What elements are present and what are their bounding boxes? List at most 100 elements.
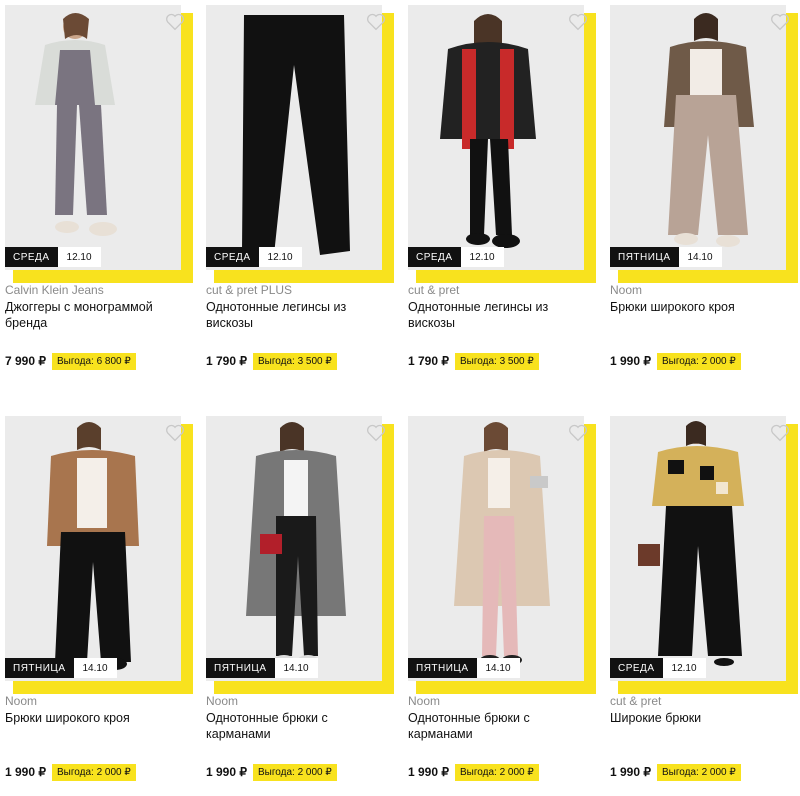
product-image[interactable] [5,416,181,681]
delivery-badge: Среда 12.10 [206,247,302,267]
heart-icon[interactable] [568,13,588,31]
product-image[interactable] [610,5,786,270]
benefit-badge: Выгода: 2 000 ₽ [455,763,539,781]
heart-icon[interactable] [770,13,790,31]
product-brand[interactable]: Calvin Klein Jeans [5,283,104,297]
heart-icon[interactable] [770,424,790,442]
delivery-day: Пятница [206,658,275,678]
delivery-day: Среда [408,247,461,267]
product-image[interactable] [610,416,786,681]
delivery-date: 12.10 [57,247,101,267]
benefit-badge: Выгода: 3 500 ₽ [253,352,337,370]
delivery-day: Среда [206,247,259,267]
product-price: 1 990 ₽ [408,765,449,779]
delivery-day: Пятница [5,658,74,678]
product-image[interactable] [408,5,584,270]
product-image[interactable] [206,5,382,270]
product-card[interactable]: Пятница 14.10 Noom Брюки широкого кроя 1… [610,5,798,385]
product-photo[interactable]: Среда 12.10 [610,416,798,694]
product-title[interactable]: Брюки широкого кроя [5,710,185,726]
product-image[interactable] [206,416,382,681]
product-photo[interactable]: Пятница 14.10 [206,416,394,694]
model-trousers-pink-image [408,416,584,681]
product-title[interactable]: Однотонные брюки с карманами [206,710,386,742]
heart-icon[interactable] [568,424,588,442]
model-wide-trousers-print-image [610,416,786,681]
price-row: 1 990 ₽ Выгода: 2 000 ₽ [5,762,136,782]
delivery-date: 12.10 [460,247,504,267]
benefit-badge: Выгода: 2 000 ₽ [657,352,741,370]
benefit-badge: Выгода: 2 000 ₽ [657,763,741,781]
product-brand[interactable]: Noom [408,694,440,708]
model-joggers-image [5,5,181,270]
product-price: 1 990 ₽ [610,765,651,779]
delivery-badge: Среда 12.10 [610,658,706,678]
delivery-date: 14.10 [678,247,722,267]
product-photo[interactable]: Среда 12.10 [5,5,193,283]
product-image[interactable] [408,416,584,681]
product-price: 1 990 ₽ [206,765,247,779]
product-brand[interactable]: cut & pret PLUS [206,283,292,297]
product-photo[interactable]: Пятница 14.10 [610,5,798,283]
product-brand[interactable]: Noom [610,283,642,297]
product-card[interactable]: Среда 12.10 cut & pret Однотонные легинс… [408,5,596,385]
benefit-badge: Выгода: 2 000 ₽ [253,763,337,781]
heart-icon[interactable] [366,13,386,31]
product-title[interactable]: Однотонные легинсы из вискозы [408,299,588,331]
delivery-badge: Пятница 14.10 [5,658,117,678]
delivery-date: 12.10 [258,247,302,267]
heart-icon[interactable] [165,424,185,442]
model-wide-trousers-image [610,5,786,270]
leggings-image [206,5,382,270]
price-row: 7 990 ₽ Выгода: 6 800 ₽ [5,351,136,371]
product-price: 7 990 ₽ [5,354,46,368]
product-title[interactable]: Однотонные легинсы из вискозы [206,299,386,331]
product-photo[interactable]: Среда 12.10 [408,5,596,283]
delivery-day: Среда [5,247,58,267]
delivery-badge: Пятница 14.10 [610,247,722,267]
product-image[interactable] [5,5,181,270]
delivery-date: 12.10 [662,658,706,678]
product-card[interactable]: Пятница 14.10 Noom Однотонные брюки с ка… [206,416,394,796]
product-title[interactable]: Однотонные брюки с карманами [408,710,588,742]
delivery-badge: Пятница 14.10 [408,658,520,678]
product-title[interactable]: Широкие брюки [610,710,790,726]
model-wide-trousers-image [5,416,181,681]
product-grid: Среда 12.10 Calvin Klein Jeans Джоггеры … [0,0,800,790]
product-price: 1 790 ₽ [408,354,449,368]
product-price: 1 990 ₽ [5,765,46,779]
price-row: 1 790 ₽ Выгода: 3 500 ₽ [206,351,337,371]
delivery-date: 14.10 [476,658,520,678]
benefit-badge: Выгода: 3 500 ₽ [455,352,539,370]
product-photo[interactable]: Пятница 14.10 [408,416,596,694]
product-brand[interactable]: Noom [206,694,238,708]
delivery-badge: Среда 12.10 [408,247,504,267]
model-leggings-image [408,5,584,270]
product-brand[interactable]: cut & pret [610,694,661,708]
product-card[interactable]: Пятница 14.10 Noom Однотонные брюки с ка… [408,416,596,796]
product-card[interactable]: Среда 12.10 cut & pret Широкие брюки 1 9… [610,416,798,796]
benefit-badge: Выгода: 6 800 ₽ [52,352,136,370]
model-trousers-coat-image [206,416,382,681]
delivery-day: Среда [610,658,663,678]
product-price: 1 990 ₽ [610,354,651,368]
heart-icon[interactable] [165,13,185,31]
product-photo[interactable]: Среда 12.10 [206,5,394,283]
price-row: 1 990 ₽ Выгода: 2 000 ₽ [610,351,741,371]
product-card[interactable]: Среда 12.10 Calvin Klein Jeans Джоггеры … [5,5,193,385]
price-row: 1 790 ₽ Выгода: 3 500 ₽ [408,351,539,371]
product-photo[interactable]: Пятница 14.10 [5,416,193,694]
product-brand[interactable]: Noom [5,694,37,708]
product-title[interactable]: Брюки широкого кроя [610,299,790,315]
product-brand[interactable]: cut & pret [408,283,459,297]
price-row: 1 990 ₽ Выгода: 2 000 ₽ [206,762,337,782]
product-title[interactable]: Джоггеры с монограммой бренда [5,299,185,331]
product-card[interactable]: Пятница 14.10 Noom Брюки широкого кроя 1… [5,416,193,796]
price-row: 1 990 ₽ Выгода: 2 000 ₽ [408,762,539,782]
heart-icon[interactable] [366,424,386,442]
price-row: 1 990 ₽ Выгода: 2 000 ₽ [610,762,741,782]
delivery-date: 14.10 [73,658,117,678]
delivery-badge: Среда 12.10 [5,247,101,267]
product-card[interactable]: Среда 12.10 cut & pret PLUS Однотонные л… [206,5,394,385]
delivery-badge: Пятница 14.10 [206,658,318,678]
